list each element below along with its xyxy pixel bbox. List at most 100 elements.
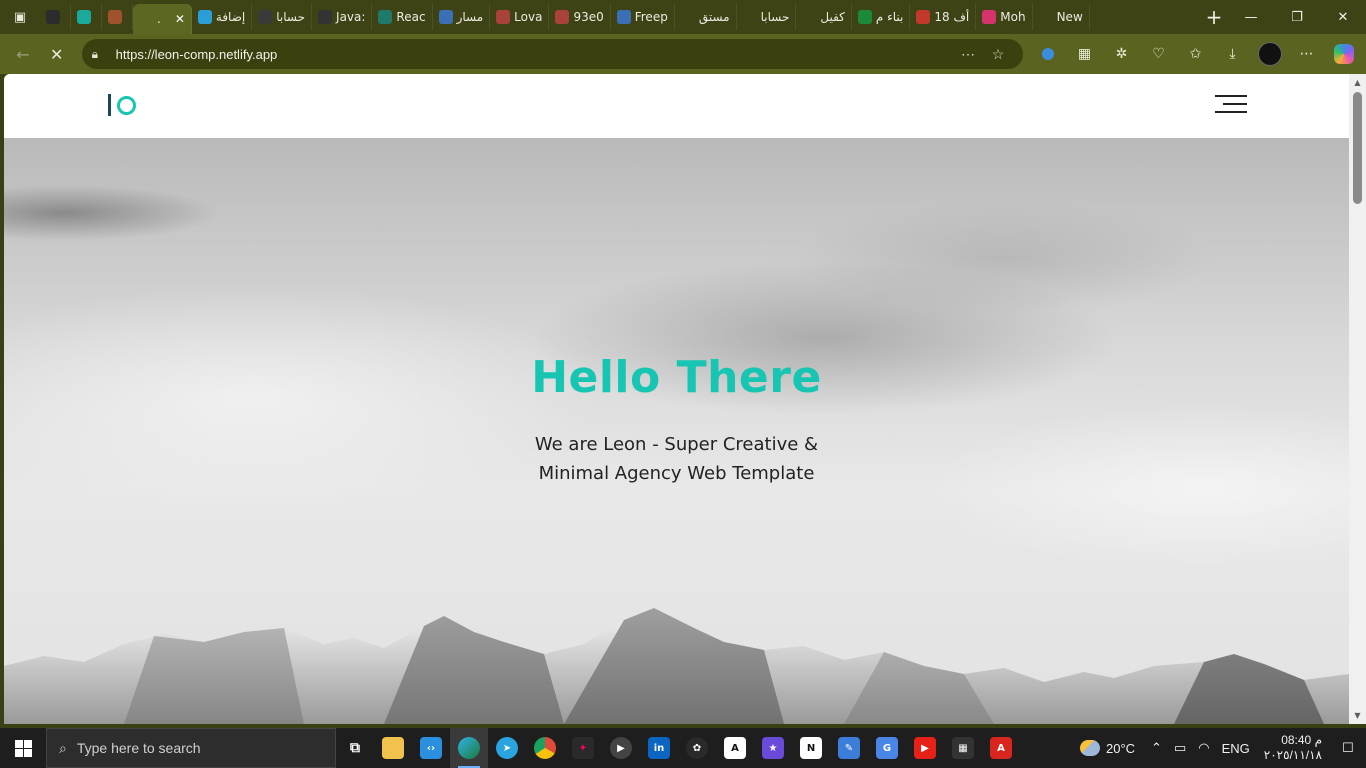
url-text[interactable]: https://leon-comp.netlify.app xyxy=(116,47,953,62)
browser-tab[interactable]: Lova xyxy=(490,4,550,30)
font-app-icon[interactable]: A xyxy=(716,728,754,768)
browser-tab[interactable]: 93e0 xyxy=(549,4,611,30)
battery-icon[interactable]: ▭ xyxy=(1168,740,1192,756)
search-icon xyxy=(680,10,695,24)
browser-tab[interactable]: حسابا xyxy=(737,4,797,30)
browser-tab[interactable]: مسار xyxy=(433,4,491,30)
tab-label: مستق xyxy=(698,10,730,24)
task-view-icon[interactable]: ⧉ xyxy=(336,728,374,768)
page-scrollbar[interactable]: ▲ ▼ xyxy=(1349,74,1366,724)
chatgpt-icon[interactable]: ✿ xyxy=(678,728,716,768)
draw-app-icon[interactable]: ✎ xyxy=(830,728,868,768)
tab-label: New xyxy=(1056,10,1083,24)
new-tab-button[interactable]: + xyxy=(1200,4,1228,30)
browser-tab[interactable]: حسابا xyxy=(252,4,313,30)
page-icon xyxy=(916,10,931,24)
notion-icon[interactable]: N xyxy=(792,728,830,768)
media-player-icon[interactable]: ▶ xyxy=(602,728,640,768)
youtube-icon[interactable]: ▶ xyxy=(906,728,944,768)
browser-tab[interactable] xyxy=(102,4,133,30)
temperature-text: 20°C xyxy=(1106,740,1136,756)
browser-tab[interactable]: Reac xyxy=(372,4,433,30)
stop-loading-icon[interactable]: ✕ xyxy=(40,39,74,69)
minimize-button[interactable]: — xyxy=(1228,0,1274,34)
browser-tab[interactable]: بناء م xyxy=(852,4,911,30)
browser-tab[interactable]: 18 أف xyxy=(910,4,977,30)
tab-label: Freep xyxy=(634,10,668,24)
pdf-reader-icon[interactable]: A xyxy=(982,728,1020,768)
window-controls: — ❐ ✕ xyxy=(1228,0,1366,34)
browser-tab[interactable]: Java: xyxy=(312,4,373,30)
scroll-thumb[interactable] xyxy=(1353,92,1362,204)
tab-label: إضافة xyxy=(215,10,246,24)
telegram-icon[interactable]: ➤ xyxy=(488,728,526,768)
address-bar[interactable]: 🔒︎ https://leon-comp.netlify.app ⋯ ☆ xyxy=(81,39,1023,69)
more-page-options-icon[interactable]: ⋯ xyxy=(953,46,983,63)
browser-tab[interactable]: كفيل xyxy=(796,4,852,30)
scroll-down-arrow-icon[interactable]: ▼ xyxy=(1349,707,1366,724)
back-arrow-icon[interactable]: ← xyxy=(6,39,40,69)
edge-icon[interactable] xyxy=(450,728,488,768)
browser-tab[interactable]: مستق xyxy=(675,4,737,30)
tab-label: بناء م xyxy=(875,10,904,24)
windows-taskbar: ⌕ Type here to search ⧉ ‹› ➤ ✦ ▶ in ✿ A … xyxy=(0,728,1366,768)
tab-label: Java: xyxy=(336,10,366,24)
weather-widget[interactable]: 20°C xyxy=(1070,740,1145,756)
tab-label: كفيل xyxy=(820,10,845,24)
page-icon xyxy=(258,10,273,24)
web-page: Hello There We are Leon - Super Creative… xyxy=(4,74,1349,724)
favorite-star-icon[interactable]: ☆ xyxy=(983,46,1013,63)
star-app-icon[interactable]: ★ xyxy=(754,728,792,768)
tab-label: حسابا xyxy=(760,10,790,24)
menu-hamburger-icon[interactable] xyxy=(1215,95,1247,113)
figma-icon[interactable]: ✦ xyxy=(564,728,602,768)
maximize-button[interactable]: ❐ xyxy=(1274,0,1320,34)
start-button[interactable] xyxy=(0,728,46,768)
browser-tab[interactable]: Moh xyxy=(976,4,1033,30)
browser-tab[interactable] xyxy=(71,4,102,30)
translate-icon[interactable]: G xyxy=(868,728,906,768)
page-icon xyxy=(982,10,997,24)
browser-essentials-icon[interactable]: ♡ xyxy=(1142,39,1175,69)
browser-tab[interactable]: إضافة xyxy=(192,4,253,30)
close-window-button[interactable]: ✕ xyxy=(1320,0,1366,34)
taskbar-search[interactable]: ⌕ Type here to search xyxy=(46,728,336,768)
k-icon xyxy=(857,10,872,24)
calculator-icon[interactable]: ▦ xyxy=(944,728,982,768)
extensions-puzzle-icon[interactable]: ✲ xyxy=(1105,39,1138,69)
chevron-up-icon[interactable]: ⌃ xyxy=(1145,740,1168,756)
settings-more-icon[interactable]: ⋯ xyxy=(1290,39,1323,69)
notification-icon[interactable]: ☐ xyxy=(1330,728,1366,768)
b-icon xyxy=(108,10,122,24)
hero-subtitle: We are Leon - Super Creative & Minimal A… xyxy=(534,434,819,484)
downloads-icon[interactable]: ⤓ xyxy=(1216,39,1249,69)
extension-app-icon[interactable]: ▦ xyxy=(1068,39,1101,69)
lock-icon[interactable]: 🔒︎ xyxy=(92,47,116,62)
vscode-icon[interactable]: ‹› xyxy=(412,728,450,768)
search-icon xyxy=(802,10,817,24)
browser-tab[interactable]: . ✕ xyxy=(133,4,192,34)
clock[interactable]: 08:40 م ٢٠٢٥/١١/١٨ xyxy=(1256,733,1330,763)
file-explorer-icon[interactable] xyxy=(374,728,412,768)
language-indicator[interactable]: ENG xyxy=(1216,741,1256,756)
tab-label: 93e0 xyxy=(573,10,604,24)
copilot-icon[interactable] xyxy=(1327,39,1360,69)
tab-actions-icon[interactable]: ▣ xyxy=(0,0,40,34)
linkedin-icon[interactable]: in xyxy=(640,728,678,768)
tab-label: 18 أف xyxy=(934,10,970,24)
extension-dot-icon[interactable] xyxy=(1031,39,1064,69)
site-logo[interactable] xyxy=(108,94,136,116)
browser-tab[interactable] xyxy=(40,4,71,30)
v0-icon xyxy=(378,10,393,24)
network-icon[interactable]: ◠ xyxy=(1192,740,1215,756)
browser-tab[interactable]: New xyxy=(1033,4,1090,30)
weather-icon xyxy=(1080,740,1100,756)
tab-list: . ✕ إضافة حسابا Java: Reac مسار Lova 93e0 Freep مس… xyxy=(40,0,1200,34)
profile-avatar[interactable] xyxy=(1253,39,1286,69)
tab-label: Lova xyxy=(514,10,543,24)
favorites-icon[interactable]: ✩ xyxy=(1179,39,1212,69)
scroll-up-arrow-icon[interactable]: ▲ xyxy=(1349,74,1366,91)
close-tab-icon[interactable]: ✕ xyxy=(175,12,185,26)
browser-tab[interactable]: Freep xyxy=(611,4,675,30)
chrome-icon[interactable] xyxy=(526,728,564,768)
